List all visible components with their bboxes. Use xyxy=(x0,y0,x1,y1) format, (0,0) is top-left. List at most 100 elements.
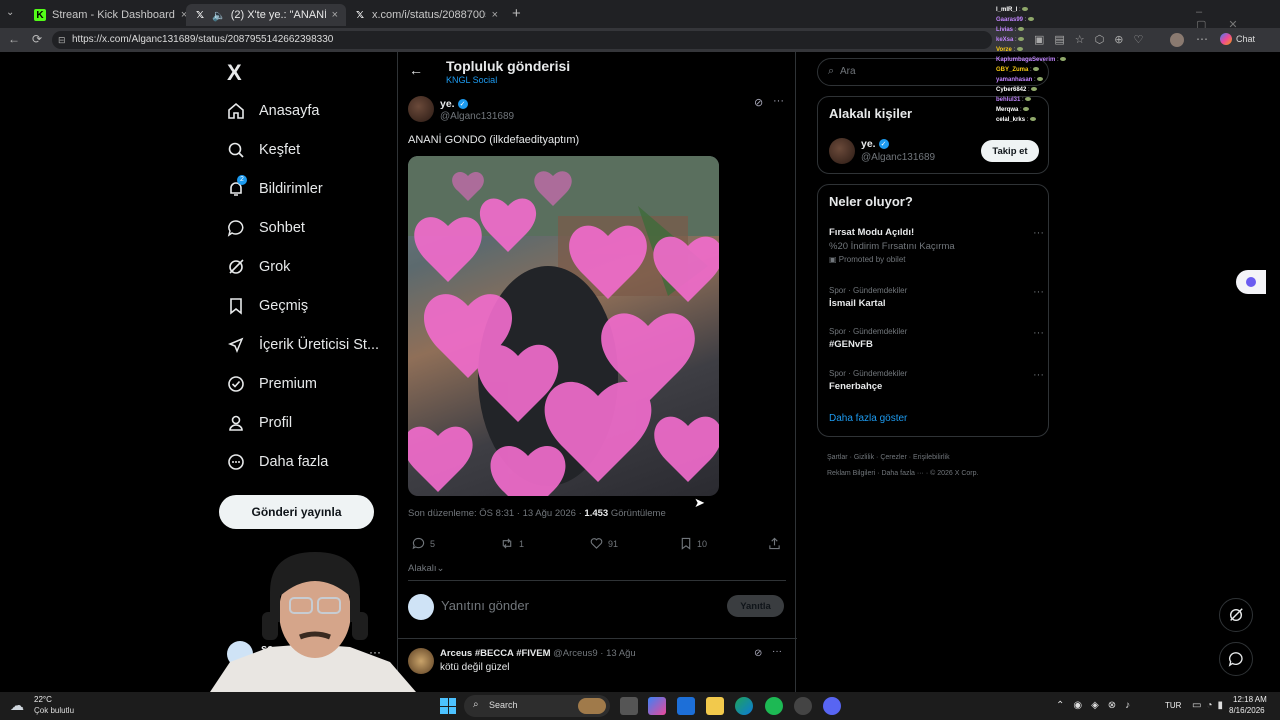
leaf-emote-icon xyxy=(1033,67,1040,71)
trend-item[interactable]: Spor · Gündemdekiler Fenerbahçe ··· xyxy=(829,369,1044,392)
grok-icon[interactable]: ⊘ xyxy=(754,648,762,659)
edge-icon[interactable] xyxy=(735,697,753,715)
task-view-icon[interactable] xyxy=(620,697,638,715)
bookmark-button[interactable]: 10 xyxy=(680,537,707,550)
author-handle[interactable]: @Alganc131689 xyxy=(440,111,514,122)
tab-list-button[interactable]: ⌄ xyxy=(6,7,20,21)
trend-more-icon[interactable]: ··· xyxy=(1033,369,1044,381)
nav-item-explore[interactable]: Keşfet xyxy=(227,135,300,165)
share-button[interactable] xyxy=(768,537,781,552)
reply-author-handle[interactable]: @Arceus9 xyxy=(553,648,598,659)
grok-floating-button[interactable] xyxy=(1219,598,1253,632)
leaf-emote-icon xyxy=(1028,17,1035,21)
trend-more-icon[interactable]: ··· xyxy=(1033,227,1044,239)
community-link[interactable]: KNGL Social xyxy=(446,75,497,85)
speaker-icon[interactable]: 🔈 xyxy=(212,9,226,22)
new-tab-button[interactable]: + xyxy=(512,5,521,22)
trend-title: #GENvFB xyxy=(829,339,873,350)
follow-button[interactable]: Takip et xyxy=(981,140,1039,162)
copilot-icon[interactable] xyxy=(648,697,666,715)
trend-item-promoted[interactable]: Fırsat Modu Açıldı! %20 İndirim Fırsatın… xyxy=(829,227,1044,264)
related-handle[interactable]: @Alganc131689 xyxy=(861,152,935,163)
leaf-emote-icon xyxy=(1023,107,1030,111)
nav-item-creator-studio[interactable]: İçerik Üreticisi St... xyxy=(227,330,379,360)
reload-icon[interactable]: ⟳ xyxy=(32,32,42,46)
footer-link[interactable]: Gizlilik xyxy=(854,454,874,461)
clock-date[interactable]: 8/16/2026 xyxy=(1229,706,1265,715)
leaf-emote-icon xyxy=(1022,7,1029,11)
tab-close-button[interactable]: × xyxy=(326,9,338,21)
discord-icon[interactable] xyxy=(823,697,841,715)
trend-item[interactable]: Spor · Gündemdekiler İsmail Kartal ··· xyxy=(829,286,1044,309)
site-info-icon[interactable]: ⊟ xyxy=(58,31,66,49)
x-logo[interactable]: X xyxy=(227,60,242,86)
trend-more-icon[interactable]: ··· xyxy=(1033,327,1044,339)
store-icon[interactable] xyxy=(677,697,695,715)
profile-icon xyxy=(227,414,245,432)
taskbar-search[interactable]: ⌕ Search xyxy=(464,695,610,717)
post-more-icon[interactable]: ··· xyxy=(773,95,784,107)
footer-link[interactable]: Çerezler xyxy=(880,454,906,461)
show-more-link[interactable]: Daha fazla göster xyxy=(829,413,907,424)
nav-item-chat[interactable]: Sohbet xyxy=(227,213,305,243)
file-explorer-icon[interactable] xyxy=(706,697,724,715)
nav-item-home[interactable]: Anasayfa xyxy=(227,96,319,126)
tab-x-post[interactable]: 𝕏 🔈 (2) X'te ye.: "ANANİ GONDO ( × xyxy=(186,4,346,26)
spotify-icon[interactable] xyxy=(765,697,783,715)
media-hearts xyxy=(408,156,719,496)
verified-icon: ✓ xyxy=(878,139,889,150)
nav-item-grok[interactable]: Grok xyxy=(227,252,290,282)
reply-more-icon[interactable]: ··· xyxy=(772,646,782,657)
like-button[interactable]: 91 xyxy=(590,537,618,550)
reply-input[interactable]: Yanıtını gönder xyxy=(441,598,711,613)
nav-item-premium[interactable]: Premium xyxy=(227,369,317,399)
tab-close-button[interactable]: × xyxy=(486,9,498,21)
reply-author-name[interactable]: Arceus #BECCA #FIVEM xyxy=(440,648,551,659)
nav-item-profile[interactable]: Profil xyxy=(227,408,292,438)
related-name[interactable]: ye. ✓ xyxy=(861,138,889,150)
author-name[interactable]: ye. ✓ xyxy=(440,98,468,110)
reply-icon xyxy=(412,537,425,550)
post-media[interactable] xyxy=(408,156,719,496)
avatar[interactable] xyxy=(408,96,434,122)
repost-button[interactable]: 1 xyxy=(500,537,524,550)
reply-submit-button[interactable]: Yanıtla xyxy=(727,595,784,617)
menu-icon[interactable]: ⋯ xyxy=(1196,32,1208,46)
reply-button[interactable]: 5 xyxy=(412,537,435,550)
tab-close-button[interactable]: × xyxy=(175,9,186,21)
network-icons[interactable]: ▭◔▮ xyxy=(1192,700,1228,711)
tab-x-status[interactable]: 𝕏 x.com/i/status/208870050965790 × xyxy=(346,4,506,26)
nav-item-bookmarks[interactable]: Geçmiş xyxy=(227,291,308,321)
nav-item-more[interactable]: Daha fazla xyxy=(227,447,328,477)
trend-more-icon[interactable]: ··· xyxy=(1033,286,1044,298)
reply-item[interactable]: Arceus #BECCA #FIVEM @Arceus9 · 13 Ağu ⊘… xyxy=(408,646,786,686)
back-arrow-icon[interactable]: ← xyxy=(409,62,423,78)
chat-username: l_mIR_l xyxy=(996,7,1018,13)
chat-message: yamanhasan : xyxy=(996,75,1076,85)
chevron-down-icon: ⌄ xyxy=(436,563,445,574)
url-field[interactable]: ⊟ https://x.com/Alganc131689/status/2087… xyxy=(52,31,992,49)
copilot-chat-button[interactable]: Chat xyxy=(1220,33,1255,45)
messages-floating-button[interactable] xyxy=(1219,642,1253,676)
footer-link[interactable]: Reklam Bilgileri xyxy=(827,470,875,477)
back-icon[interactable]: ← xyxy=(8,32,20,46)
trend-item[interactable]: Spor · Gündemdekiler #GENvFB ··· xyxy=(829,327,1044,350)
footer-link[interactable]: Şartlar xyxy=(827,454,848,461)
start-button[interactable] xyxy=(440,698,456,714)
nav-item-notifications[interactable]: 2 Bildirimler xyxy=(227,174,323,204)
side-widget-button[interactable] xyxy=(1236,270,1266,294)
footer-link[interactable]: Erişilebilirlik xyxy=(913,454,950,461)
steam-icon[interactable] xyxy=(794,697,812,715)
profile-avatar[interactable] xyxy=(1170,33,1184,47)
avatar[interactable] xyxy=(829,138,855,164)
grok-icon[interactable]: ⊘ xyxy=(754,96,763,109)
chat-message: l_mIR_l : xyxy=(996,5,1076,15)
footer-link[interactable]: Daha fazla ··· xyxy=(881,470,923,477)
weather-widget[interactable]: ☁ 22°C Çok bulutlu xyxy=(10,695,100,717)
post-button[interactable]: Gönderi yayınla xyxy=(219,495,374,529)
tab-kick-dashboard[interactable]: K Stream - Kick Dashboard × xyxy=(26,4,186,26)
language-indicator[interactable]: TUR xyxy=(1165,701,1181,710)
clock-time[interactable]: 12:18 AM xyxy=(1233,695,1267,704)
leaf-emote-icon xyxy=(1060,57,1067,61)
system-tray-icons[interactable]: ⌃◉◈⊗♪ xyxy=(1056,700,1139,711)
